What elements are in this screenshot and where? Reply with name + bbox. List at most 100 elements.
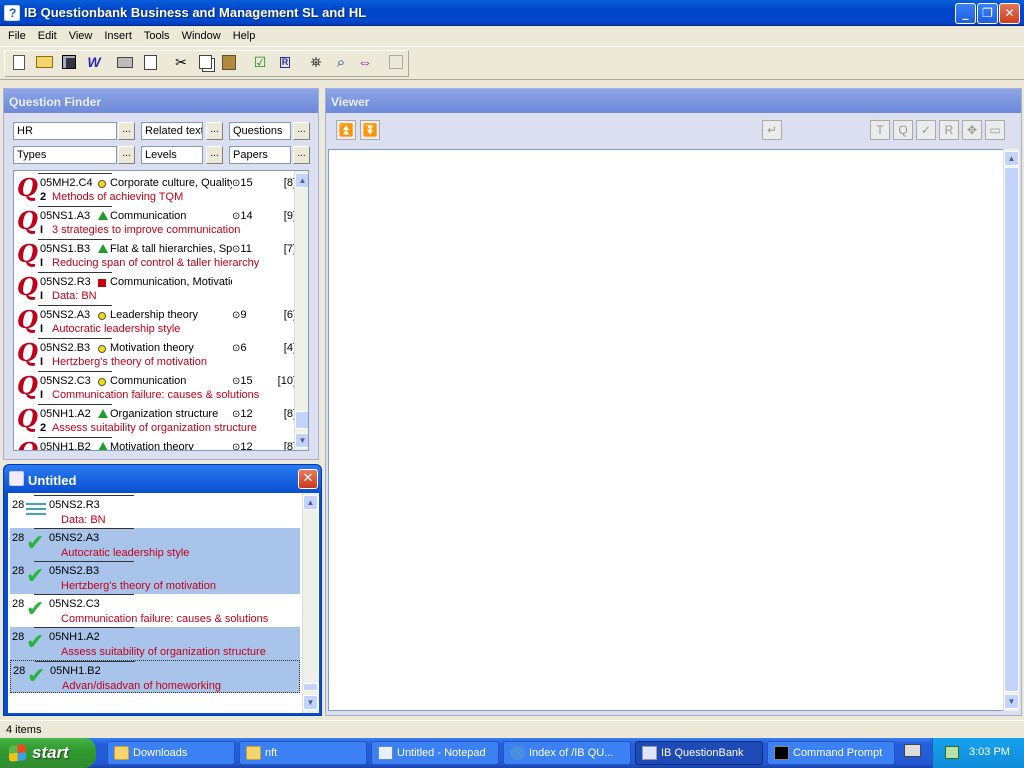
zoom-search-icon[interactable]: ⌕ [330, 51, 352, 73]
menu-file[interactable]: File [2, 30, 32, 42]
move-tool-icon[interactable]: ✥ [962, 120, 982, 140]
selected-question-row[interactable]: 28 05NS2.R3 Data: BN [10, 495, 300, 528]
scroll-up-arrow-icon[interactable]: ▲ [1004, 151, 1019, 166]
task-label: Downloads [133, 747, 188, 759]
question-tool-icon[interactable]: Q [893, 120, 913, 140]
question-row[interactable]: Q05NS1.B3 Flat & tall hierarchies, Spa11 [… [14, 239, 300, 272]
keyboard-icon[interactable] [904, 744, 921, 757]
task-questionbank[interactable]: IB QuestionBank [635, 741, 763, 765]
start-button[interactable]: start [0, 738, 96, 768]
scroll-down-arrow-icon[interactable]: ▼ [1004, 694, 1019, 709]
task-command-prompt[interactable]: Command Prompt [767, 741, 895, 765]
question-row[interactable]: Q05NS2.A3 Leadership theory 9 [6] I Autocrati… [14, 305, 300, 338]
save-icon[interactable] [58, 51, 80, 73]
questions-browse-button[interactable]: ... [293, 122, 310, 140]
menu-edit[interactable]: Edit [32, 30, 63, 42]
text-tool-icon[interactable]: T [870, 120, 890, 140]
open-folder-icon[interactable] [33, 51, 55, 73]
subject-filter-field[interactable]: HR [13, 122, 117, 140]
question-icon: Q [17, 272, 38, 301]
cut-icon[interactable]: ✂ [170, 51, 192, 73]
papers-filter-field[interactable]: Papers [229, 146, 291, 164]
question-row[interactable]: Q05NS2.B3 Motivation theory 6 [4] I Hertzberg… [14, 338, 300, 371]
copy-icon[interactable] [194, 51, 216, 73]
selected-question-row[interactable]: 28 ✔ 05NS2.A3 Autocratic leadership style [10, 528, 300, 561]
viewer-document-area[interactable] [328, 149, 1004, 711]
task-nft[interactable]: nft [239, 741, 367, 765]
question-time: 9 [232, 309, 246, 321]
menu-tools[interactable]: Tools [138, 30, 176, 42]
network-tray-icon[interactable] [945, 746, 959, 759]
levels-filter-field[interactable]: Levels [141, 146, 203, 164]
menu-help[interactable]: Help [227, 30, 262, 42]
print-preview-icon[interactable] [139, 51, 161, 73]
related-browse-button[interactable]: ... [206, 122, 223, 140]
navigate-arrows-icon[interactable]: ⇔ [354, 51, 376, 73]
papers-browse-button[interactable]: ... [293, 146, 310, 164]
print-icon[interactable] [114, 51, 136, 73]
menu-window[interactable]: Window [176, 30, 227, 42]
app-icon[interactable] [4, 5, 20, 21]
task-notepad[interactable]: Untitled - Notepad [371, 741, 499, 765]
folder-icon [114, 746, 129, 760]
levels-browse-button[interactable]: ... [206, 146, 223, 164]
scroll-thumb[interactable] [1004, 167, 1019, 692]
paste-icon[interactable] [218, 51, 240, 73]
selected-question-row[interactable]: 28 ✔ 05NH1.B2 Advan/disadvan of homeworking [10, 660, 300, 693]
previous-question-icon[interactable]: ⏫ [336, 120, 356, 140]
task-browser[interactable]: Index of /IB QU... [503, 741, 631, 765]
row-number: 28 [12, 532, 25, 544]
scroll-down-arrow-icon[interactable]: ▼ [295, 433, 308, 448]
question-row[interactable]: Q05MH2.C4 Corporate culture, Quality15 [8]… [14, 173, 300, 206]
disabled-frame-icon [385, 51, 407, 73]
new-document-icon[interactable] [8, 51, 30, 73]
untitled-close-icon[interactable]: ✕ [298, 469, 318, 489]
reference-tool-icon[interactable]: R [939, 120, 959, 140]
types-browse-button[interactable]: ... [118, 146, 135, 164]
untitled-scrollbar[interactable]: ▲ ▼ [302, 493, 318, 713]
return-icon[interactable]: ↵ [762, 120, 782, 140]
selected-question-row[interactable]: 28 ✔ 05NS2.C3 Communication failure: causes… [10, 594, 300, 627]
question-list-scrollbar[interactable]: ▲ ▼ [294, 171, 308, 450]
row-divider [38, 371, 112, 372]
windows-flag-icon [9, 744, 26, 762]
selected-question-row[interactable]: 28 ✔ 05NS2.B3 Hertzberg's theory of motivat… [10, 561, 300, 594]
question-icon: Q [17, 206, 38, 235]
scroll-up-arrow-icon[interactable]: ▲ [303, 495, 318, 510]
question-level: 2 [40, 422, 47, 434]
question-row[interactable]: Q05NS1.A3 Communication 14 [9] I 3 strategies… [14, 206, 300, 239]
frame-tool-icon[interactable]: ▭ [985, 120, 1005, 140]
word-export-icon[interactable]: W [83, 51, 105, 73]
restore-button[interactable]: ❐ [977, 3, 998, 24]
scroll-up-arrow-icon[interactable]: ▲ [295, 173, 308, 188]
subject-browse-button[interactable]: ... [118, 122, 135, 140]
scroll-thumb[interactable] [303, 683, 318, 691]
binoculars-icon[interactable]: ⛯ [305, 51, 327, 73]
browser-icon [510, 746, 525, 760]
markscheme-tool-icon[interactable]: ✓ [916, 120, 936, 140]
questions-filter-field[interactable]: Questions [229, 122, 291, 140]
task-downloads[interactable]: Downloads [107, 741, 235, 765]
question-level: I [40, 224, 44, 236]
menu-insert[interactable]: Insert [98, 30, 138, 42]
question-description: Communication failure: causes & solution… [61, 613, 269, 625]
untitled-window-icon[interactable] [9, 471, 24, 486]
question-row[interactable]: Q05NH1.A2 Organization structure 12 [8] 2 Ass… [14, 404, 300, 437]
reference-icon[interactable]: R [274, 51, 296, 73]
next-question-icon[interactable]: ⏬ [360, 120, 380, 140]
square-marker-icon [98, 279, 106, 287]
scroll-thumb[interactable] [295, 411, 308, 429]
menu-view[interactable]: View [63, 30, 99, 42]
related-text-field[interactable]: Related text [141, 122, 203, 140]
scroll-down-arrow-icon[interactable]: ▼ [303, 695, 318, 710]
selected-question-row[interactable]: 28 ✔ 05NH1.A2 Assess suitability of organiz… [10, 627, 300, 660]
types-filter-field[interactable]: Types [13, 146, 117, 164]
triangle-marker-icon [98, 442, 108, 450]
viewer-scrollbar[interactable]: ▲ ▼ [1003, 149, 1019, 711]
minimize-button[interactable]: _ [955, 3, 976, 24]
check-icon[interactable]: ☑ [249, 51, 271, 73]
question-row[interactable]: Q05NS2.R3 Communication, Motivation theor… [14, 272, 300, 305]
question-row[interactable]: Q05NS2.C3 Communication 15 [10] I Communicati… [14, 371, 300, 404]
question-row[interactable]: Q05NH1.B2 Motivation theory 12 [8] [14, 437, 300, 450]
close-button[interactable]: ✕ [999, 3, 1020, 24]
